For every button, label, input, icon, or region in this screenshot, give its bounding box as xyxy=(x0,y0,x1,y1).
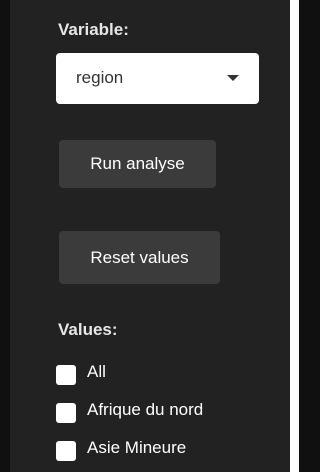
value-option-label: Asie Mineure xyxy=(87,438,187,457)
chevron-down-icon xyxy=(227,75,239,81)
checkbox[interactable] xyxy=(56,441,76,461)
variable-select[interactable]: region xyxy=(56,53,259,104)
right-edge-divider xyxy=(290,0,299,472)
value-option-label: Afrique du nord xyxy=(87,400,204,419)
reset-values-button[interactable]: Reset values xyxy=(59,231,220,284)
checkbox[interactable] xyxy=(56,365,76,385)
checkbox[interactable] xyxy=(56,403,76,423)
variable-label: Variable: xyxy=(58,20,129,39)
run-analyse-button[interactable]: Run analyse xyxy=(59,140,216,188)
variable-select-value: region xyxy=(76,68,124,87)
values-label: Values: xyxy=(58,320,118,339)
value-option-label: All xyxy=(87,362,106,381)
